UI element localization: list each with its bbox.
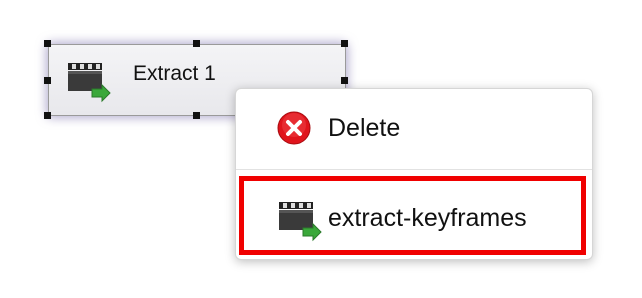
resize-handle-top[interactable] <box>193 40 200 47</box>
node-label: Extract 1 <box>133 62 216 85</box>
resize-handle-right[interactable] <box>341 77 348 84</box>
delete-icon <box>277 111 311 145</box>
resize-handle-top-right[interactable] <box>341 40 348 47</box>
resize-handle-top-left[interactable] <box>44 40 51 47</box>
menu-divider <box>236 169 592 170</box>
context-menu: Delete extract-keyframes <box>235 88 593 260</box>
menu-item-label: extract-keyframes <box>328 204 527 232</box>
menu-item-delete[interactable]: Delete <box>236 93 592 165</box>
menu-item-label: Delete <box>328 114 401 142</box>
resize-handle-bottom[interactable] <box>193 112 200 119</box>
resize-handle-left[interactable] <box>44 77 51 84</box>
clapperboard-extract-icon <box>68 63 111 103</box>
resize-handle-bottom-left[interactable] <box>44 112 51 119</box>
canvas: Extract 1 Delete extract-keyframes <box>0 0 642 298</box>
clapperboard-extract-icon <box>279 202 322 242</box>
menu-item-extract-keyframes[interactable]: extract-keyframes <box>236 176 592 248</box>
